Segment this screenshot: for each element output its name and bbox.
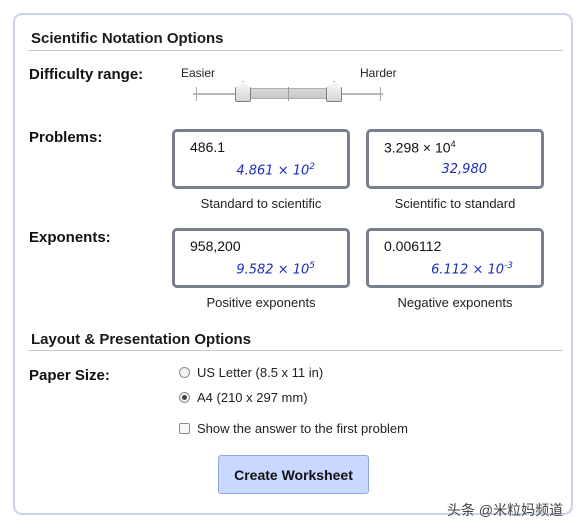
section-divider xyxy=(28,50,563,51)
card-caption: Negative exponents xyxy=(397,295,513,310)
card-question: 0.006112 xyxy=(384,238,442,254)
slider-track-end xyxy=(380,87,381,101)
card-answer: 9.582 × 105 xyxy=(236,261,315,278)
paper-option-a4[interactable]: A4 (210 x 297 mm) xyxy=(179,390,308,405)
section-divider xyxy=(28,350,563,351)
section-title-scientific: Scientific Notation Options xyxy=(31,30,224,47)
slider-track-start xyxy=(196,87,197,101)
option-label: A4 (210 x 297 mm) xyxy=(197,390,308,405)
card-caption: Standard to scientific xyxy=(200,196,322,211)
watermark: 头条 @米粒妈频道 xyxy=(447,502,564,518)
radio-button[interactable] xyxy=(179,367,190,378)
slider-range-fill xyxy=(244,88,334,99)
radio-button-selected[interactable] xyxy=(179,392,190,403)
show-answer-checkbox[interactable] xyxy=(179,423,190,434)
card-question: 3.298 × 104 xyxy=(384,139,456,156)
card-question: 486.1 xyxy=(190,139,226,155)
card-answer: 32,980 xyxy=(441,162,488,177)
paper-size-label: Paper Size: xyxy=(29,367,110,384)
option-label: US Letter (8.5 x 11 in) xyxy=(197,365,324,380)
problem-card-scientific-to-standard[interactable]: 3.298 × 104 32,980 xyxy=(366,129,544,189)
option-label: Show the answer to the first problem xyxy=(197,421,408,436)
exponents-label: Exponents: xyxy=(29,229,111,246)
section-title-layout: Layout & Presentation Options xyxy=(31,331,252,348)
card-caption: Positive exponents xyxy=(206,295,316,310)
problems-label: Problems: xyxy=(29,129,103,146)
card-answer: 6.112 × 10-3 xyxy=(431,261,513,278)
slider-midpoint-tick xyxy=(288,87,289,101)
exponent-card-negative[interactable]: 0.006112 6.112 × 10-3 xyxy=(366,228,544,288)
problem-card-standard-to-scientific[interactable]: 486.1 4.861 × 102 xyxy=(172,129,350,189)
card-caption: Scientific to standard xyxy=(394,196,516,211)
harder-label: Harder xyxy=(360,66,397,80)
easier-label: Easier xyxy=(181,66,216,80)
show-answer-option[interactable]: Show the answer to the first problem xyxy=(179,421,408,436)
create-worksheet-button[interactable]: Create Worksheet xyxy=(218,455,369,494)
paper-option-us-letter[interactable]: US Letter (8.5 x 11 in) xyxy=(179,365,323,380)
exponent-card-positive[interactable]: 958,200 9.582 × 105 xyxy=(172,228,350,288)
card-question: 958,200 xyxy=(190,238,241,254)
difficulty-label: Difficulty range: xyxy=(29,66,144,83)
card-answer: 4.861 × 102 xyxy=(236,162,315,179)
